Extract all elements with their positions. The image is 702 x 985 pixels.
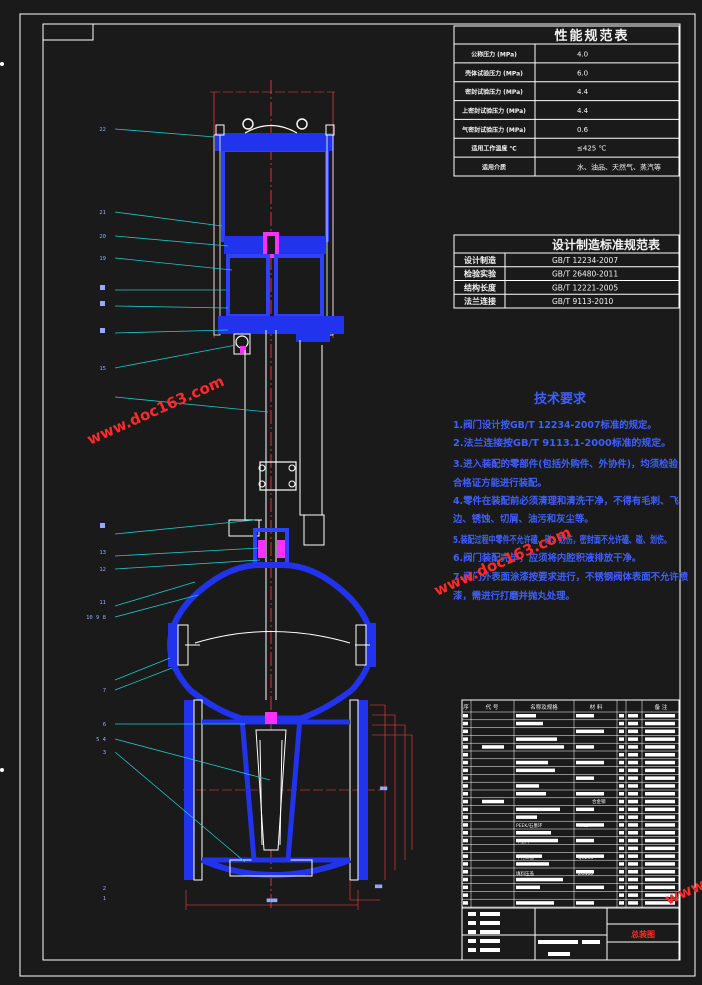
- tech-line: 3.进入装配的零部件(包括外购件、外协件)，均须检验: [453, 458, 679, 470]
- dim-mark: ■■■: [267, 897, 278, 904]
- part-label: 21: [99, 210, 106, 216]
- part-label: 1: [103, 896, 106, 902]
- part-label: 5 4: [96, 737, 107, 743]
- std-row-label: 设计制造: [464, 255, 496, 265]
- bom-entry: 平行焊盘: [516, 854, 534, 861]
- corner-tag: [42, 23, 94, 41]
- std-row-label: 检验实验: [464, 269, 497, 279]
- part-label: 10 9 8: [86, 615, 106, 621]
- std-row-value: GB/T 26480-2011: [552, 270, 618, 279]
- perf-row-value: 4.0: [577, 50, 588, 58]
- dim-mark: ■■: [380, 785, 388, 792]
- std-row-value: GB/T 12234-2007: [552, 256, 618, 265]
- tech-title: 技术要求: [534, 391, 587, 407]
- bom-entry: ZG400: [578, 871, 593, 877]
- performance-table-title: 性能规范表: [554, 28, 629, 44]
- std-row-value: GB/T 12221-2005: [552, 283, 618, 292]
- bom-entry: PEEK/石墨环: [516, 823, 543, 829]
- margin-dot-top: [0, 62, 4, 66]
- part-label: 19: [99, 256, 106, 262]
- perf-row-label: 公称压力 (MPa): [471, 50, 517, 58]
- bom-entry: 填料压盖: [516, 870, 534, 877]
- perf-row-value: 4.4: [577, 107, 589, 115]
- tech-line: 4.零件在装配前必须清理和清洗干净，不得有毛刺、飞: [453, 495, 679, 507]
- part-label: 22: [99, 127, 106, 133]
- tech-line: 1.阀门设计按GB/T 12234-2007标准的规定。: [453, 419, 657, 431]
- perf-row-value: 6.0: [577, 69, 588, 77]
- drawing-canvas: 性能规范表 公称压力 (MPa) 4.0 壳体试验压力 (MPa) 6.0 密封试验压力…: [0, 13, 702, 977]
- part-label: 15: [99, 366, 106, 372]
- part-label: 12: [99, 567, 106, 573]
- perf-row-label: 气密封试验压力 (MPa): [461, 126, 526, 134]
- valve-body: [167, 598, 376, 881]
- part-label: 2: [103, 886, 106, 892]
- std-row-label: 法兰连接: [464, 296, 496, 306]
- cylinder-actuator: [213, 118, 344, 355]
- part-label: 13: [99, 550, 106, 556]
- bom-header: 材 料: [590, 703, 603, 711]
- bom-header: 序: [463, 703, 469, 711]
- part-label: 3: [103, 750, 106, 756]
- watermark-1: www.doc163.com: [84, 372, 227, 449]
- perf-row-label: 壳体试验压力 (MPa): [464, 69, 523, 77]
- valve-drawing: ■■ ■■■ ■■ 222120191513121110 9 8765 4321: [86, 80, 413, 910]
- perf-row-label: 适用工作温度 ℃: [471, 145, 516, 153]
- bom-entry: WCB: [578, 823, 589, 829]
- perf-row-value: ≤425 ℃: [577, 145, 606, 153]
- margin-dot-bottom: [0, 768, 4, 772]
- tech-line: 漆，需进行打磨并抛丸处理。: [453, 590, 575, 602]
- std-row-value: GB/T 9113-2010: [552, 297, 614, 306]
- perf-row-label: 密封试验压力 (MPa): [465, 88, 523, 96]
- bom-header: 代 号: [486, 703, 499, 711]
- dim-mark: ■■: [375, 883, 383, 890]
- perf-row-value: 0.6: [577, 126, 589, 134]
- tech-line: 合格证方能进行装配。: [453, 477, 547, 489]
- part-label: 11: [99, 600, 106, 606]
- drawing-title: 总装图: [631, 929, 655, 939]
- bill-of-materials: 序 代 号 名称及规格 材 料 备 注 合金钢 PEEK/石墨环平垫片 WCB 平行焊盘 QC2…: [461, 699, 680, 909]
- part-label: 6: [103, 722, 106, 728]
- bom-header: 备 注: [655, 703, 668, 711]
- perf-row-label: 适用介质: [482, 164, 506, 172]
- tech-line: 边、锈蚀、切屑、油污和灰尘等。: [452, 513, 594, 525]
- bom-entry: 合金钢: [592, 798, 606, 805]
- part-label: 7: [103, 688, 106, 694]
- bracket: [228, 330, 325, 700]
- title-block: 总装图: [461, 907, 680, 961]
- perf-row-value: 4.4: [577, 88, 589, 96]
- standards-table: 设计制造标准规范表 设计制造 GB/T 12234-2007 检验实验 GB/T 26…: [453, 234, 680, 309]
- bom-header: 名称及规格: [530, 703, 558, 711]
- std-row-label: 结构长度: [464, 282, 497, 292]
- perf-row-value: 水、油品、天然气、蒸汽等: [577, 163, 661, 172]
- tech-line: 2.法兰连接按GB/T 9113.1-2000标准的规定。: [453, 437, 671, 449]
- perf-row-label: 上密封试验压力 (MPa): [462, 107, 526, 115]
- bom-entry: QC235: [578, 855, 593, 861]
- performance-table: 性能规范表 公称压力 (MPa) 4.0 壳体试验压力 (MPa) 6.0 密封试验压力…: [453, 25, 680, 177]
- standards-table-title: 设计制造标准规范表: [552, 237, 661, 252]
- bom-entry: 平垫片: [516, 838, 530, 845]
- part-label: 20: [99, 234, 106, 240]
